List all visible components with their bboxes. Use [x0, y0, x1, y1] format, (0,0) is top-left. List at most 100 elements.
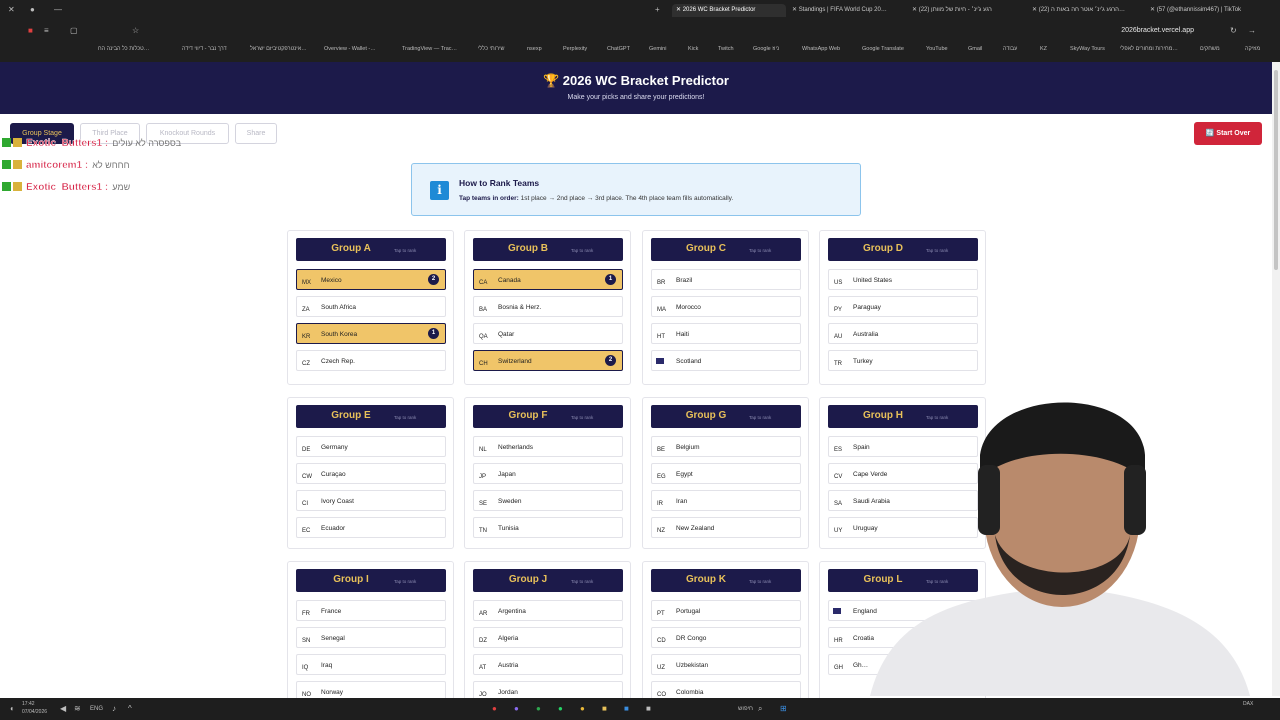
- tab-youtube-1[interactable]: ✕ (22) רגע ג'ינ׳ - חיות של מוותן: [912, 4, 1024, 17]
- back-icon[interactable]: →: [1248, 26, 1256, 35]
- team-button[interactable]: CD DR Congo: [651, 627, 801, 648]
- team-button[interactable]: AT Austria: [473, 654, 623, 675]
- bookmark-item[interactable]: Twitch: [718, 46, 734, 52]
- bookmark-item[interactable]: Perplexity: [563, 46, 587, 52]
- tab-tiktok[interactable]: ✕ (57 (@ethannissim467) | TikTok: [1150, 4, 1258, 17]
- team-button[interactable]: NL Netherlands: [473, 436, 623, 457]
- bookmark-item[interactable]: nsexp: [527, 46, 542, 52]
- taskbar-search[interactable]: חיפוש: [738, 706, 753, 712]
- team-button[interactable]: TN Tunisia: [473, 517, 623, 538]
- bookmark-item[interactable]: מחירות ומחורים לאפלי…: [1120, 46, 1178, 52]
- team-button[interactable]: BR Brazil: [651, 269, 801, 290]
- bookmark-item[interactable]: טכלות כל הבינה הח…: [98, 46, 149, 52]
- widgets-icon[interactable]: ◐: [10, 704, 15, 713]
- app-icon[interactable]: ■: [646, 704, 651, 713]
- team-button[interactable]: BA Bosnia & Herz.: [473, 296, 623, 317]
- team-button[interactable]: TR Turkey: [828, 350, 978, 371]
- group-hint: Tap to rank: [571, 248, 594, 253]
- team-button[interactable]: NZ New Zealand: [651, 517, 801, 538]
- bookmark-item[interactable]: עבודה: [1003, 46, 1017, 52]
- team-button[interactable]: CA Canada 1: [473, 269, 623, 290]
- address-bar[interactable]: 2026bracket.vercel.app: [1121, 27, 1194, 34]
- team-button[interactable]: DE Germany: [296, 436, 446, 457]
- team-button[interactable]: UZ Uzbekistan: [651, 654, 801, 675]
- scrollbar-thumb[interactable]: [1274, 70, 1278, 270]
- team-button[interactable]: PT Portugal: [651, 600, 801, 621]
- start-over-button[interactable]: 🔄 Start Over: [1194, 122, 1262, 145]
- close-window-icon[interactable]: ✕: [8, 5, 15, 14]
- team-button[interactable]: HT Haiti: [651, 323, 801, 344]
- reload-icon[interactable]: ↻: [1230, 26, 1237, 35]
- tab-standings[interactable]: ✕ Standings | FIFA World Cup 20…: [792, 4, 892, 17]
- bookmark-item[interactable]: דרך נבר - דיווי דידה: [182, 46, 227, 52]
- team-button[interactable]: MX Mexico 2: [296, 269, 446, 290]
- minimize-icon[interactable]: —: [54, 5, 62, 14]
- tab-youtube-2[interactable]: ✕ (22) הרגע ג'ינ׳ אוטר חה באות ה…: [1032, 4, 1140, 17]
- tab-share[interactable]: Share: [235, 123, 277, 144]
- star-icon[interactable]: ☆: [132, 26, 139, 35]
- team-button[interactable]: QA Qatar: [473, 323, 623, 344]
- team-button[interactable]: MA Morocco: [651, 296, 801, 317]
- language-indicator[interactable]: ENG: [90, 706, 103, 712]
- team-button[interactable]: CZ Czech Rep.: [296, 350, 446, 371]
- bookmark-item[interactable]: Google Translate: [862, 46, 904, 52]
- whatsapp-icon[interactable]: ●: [558, 704, 563, 713]
- team-button[interactable]: IQ Iraq: [296, 654, 446, 675]
- team-button[interactable]: CI Ivory Coast: [296, 490, 446, 511]
- team-button[interactable]: AR Argentina: [473, 600, 623, 621]
- bookmark-item[interactable]: Overview - Wallet -…: [324, 46, 376, 52]
- bookmark-item[interactable]: Gmail: [968, 46, 982, 52]
- team-code: ZA: [302, 307, 310, 313]
- tab-bracket[interactable]: ✕ 2026 WC Bracket Predictor: [672, 4, 786, 17]
- team-button[interactable]: EG Egypt: [651, 463, 801, 484]
- wifi-icon[interactable]: ≋: [74, 704, 81, 713]
- chrome-icon[interactable]: ●: [580, 704, 585, 713]
- team-button[interactable]: Scotland: [651, 350, 801, 371]
- bookmark-item[interactable]: Gemini: [649, 46, 666, 52]
- spotify-icon[interactable]: ●: [536, 704, 541, 713]
- team-button[interactable]: JP Japan: [473, 463, 623, 484]
- mic-icon[interactable]: ♪: [112, 704, 116, 713]
- bookmark-item[interactable]: משחקים: [1200, 46, 1220, 52]
- record-icon[interactable]: ●: [30, 5, 35, 14]
- bookmark-item[interactable]: Kick: [688, 46, 698, 52]
- team-button[interactable]: PY Paraguay: [828, 296, 978, 317]
- team-button[interactable]: IR Iran: [651, 490, 801, 511]
- tab-search-icon[interactable]: ▢: [70, 26, 78, 35]
- menu-icon[interactable]: ≡: [44, 26, 49, 35]
- store-icon[interactable]: ■: [624, 704, 629, 713]
- bookmark-item[interactable]: WhatsApp Web: [802, 46, 840, 52]
- team-button[interactable]: AU Australia: [828, 323, 978, 344]
- discord-icon[interactable]: ●: [514, 704, 519, 713]
- bookmark-item[interactable]: SkyWay Tours: [1070, 46, 1105, 52]
- bookmark-item[interactable]: YouTube: [926, 46, 948, 52]
- team-button[interactable]: ZA South Africa: [296, 296, 446, 317]
- tray-chevron-icon[interactable]: ^: [128, 704, 132, 713]
- team-name: Qatar: [498, 331, 515, 338]
- team-button[interactable]: FR France: [296, 600, 446, 621]
- team-button[interactable]: CH Switzerland 2: [473, 350, 623, 371]
- team-button[interactable]: SN Senegal: [296, 627, 446, 648]
- bookmark-item[interactable]: מוזיקה: [1245, 46, 1260, 52]
- volume-icon[interactable]: ◀: [60, 704, 66, 713]
- team-button[interactable]: EC Ecuador: [296, 517, 446, 538]
- team-button[interactable]: CW Curaçao: [296, 463, 446, 484]
- new-tab-icon[interactable]: +: [655, 5, 660, 14]
- app-red-icon[interactable]: ●: [492, 704, 497, 713]
- bookmark-item[interactable]: KZ: [1040, 46, 1047, 52]
- group-card-group-e: Group E Tap to rank DE Germany CW Curaçao CI Iv…: [287, 397, 454, 549]
- team-button[interactable]: KR South Korea 1: [296, 323, 446, 344]
- team-button[interactable]: SE Sweden: [473, 490, 623, 511]
- search-icon[interactable]: ⌕: [758, 704, 762, 714]
- bookmark-item[interactable]: שירותי כללי: [478, 46, 505, 52]
- team-button[interactable]: US United States: [828, 269, 978, 290]
- bookmark-item[interactable]: TradingView — Trac…: [402, 46, 457, 52]
- extension-icon[interactable]: ■: [28, 26, 33, 35]
- folder-icon[interactable]: ■: [602, 704, 607, 713]
- team-button[interactable]: DZ Algeria: [473, 627, 623, 648]
- bookmark-item[interactable]: ChatGPT: [607, 46, 630, 52]
- bookmark-item[interactable]: אינטרפקטיביזם ישראל…: [250, 46, 307, 52]
- bookmark-item[interactable]: Google ניוז: [753, 46, 779, 52]
- windows-start-icon[interactable]: ⊞: [780, 704, 787, 713]
- team-button[interactable]: BE Belgium: [651, 436, 801, 457]
